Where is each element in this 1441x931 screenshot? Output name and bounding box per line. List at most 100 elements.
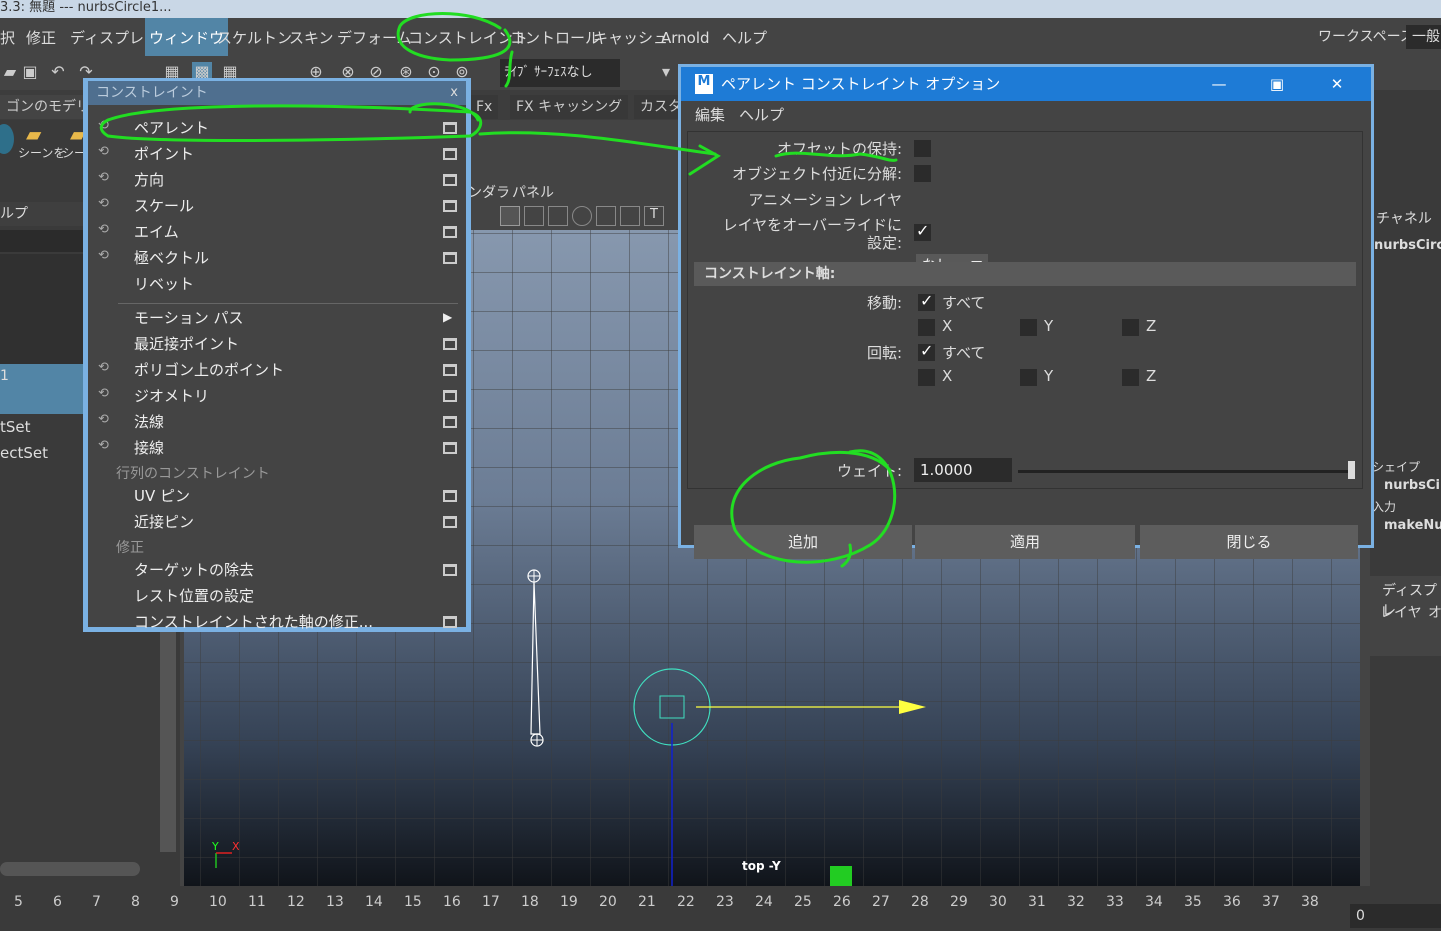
open-scene-icon[interactable]: ▰ (0, 62, 20, 82)
option-box-icon[interactable] (443, 564, 457, 576)
joint-chain[interactable] (527, 569, 544, 747)
menu-help[interactable]: ヘルプ (722, 18, 767, 56)
shading-icon[interactable] (572, 206, 592, 226)
menu-modify[interactable]: 修正 (26, 18, 56, 56)
menu-item-c2[interactable]: ⟲ 方向 (88, 167, 466, 193)
texture-icon[interactable] (620, 206, 640, 226)
weight-field[interactable]: 1.0000 (914, 458, 1012, 482)
maximize-icon[interactable]: ▣ (1257, 67, 1297, 101)
menu-item-d2[interactable]: ⟲ ポリゴン上のポイント (88, 357, 466, 383)
nurbs-circle[interactable] (633, 668, 711, 886)
menu-item-c5[interactable]: ⟲ 極ベクトル (88, 245, 466, 271)
decompose-checkbox[interactable] (914, 165, 931, 182)
minimize-icon[interactable]: — (1199, 67, 1239, 101)
add-button[interactable]: 追加 (694, 525, 912, 559)
sphere-shelf-icon[interactable] (0, 124, 14, 154)
option-box-icon[interactable] (443, 338, 457, 350)
option-box-icon[interactable] (443, 416, 457, 428)
input-item[interactable]: makeNu (1384, 518, 1441, 533)
close-button[interactable]: 閉じる (1140, 525, 1358, 559)
grid-toggle-icon[interactable] (500, 206, 520, 226)
translate-x-checkbox[interactable] (918, 319, 935, 336)
dialog-menu-edit[interactable]: 編集 (695, 104, 725, 125)
menu-select[interactable]: 択 (0, 18, 15, 56)
text-hud-icon[interactable]: T (644, 206, 664, 226)
outliner-hscrollbar[interactable] (0, 862, 140, 876)
menu-close-button[interactable]: x (450, 81, 458, 105)
shelf-tab-fx-caching[interactable]: FX キャッシング (510, 95, 629, 119)
option-box-icon[interactable] (443, 516, 457, 528)
constraint-axes-header[interactable]: コンストレイント軸: (694, 262, 1356, 286)
apply-button[interactable]: 適用 (915, 525, 1135, 559)
time-slider[interactable]: 5 6 7 8 9 10 11 12 13 14 15 16 17 18 19 20 21 22 23 24 25 26 2… (0, 886, 1441, 931)
save-scene-icon[interactable]: ▣ (20, 62, 40, 82)
viewport-menu-panels[interactable]: パネル (512, 182, 554, 202)
dropdown-arrow-icon[interactable]: ▾ (656, 62, 676, 82)
menu-item-f2[interactable]: コンストレイントされた軸の修正... (88, 609, 466, 635)
translate-y-checkbox[interactable] (1020, 319, 1037, 336)
rotate-z-checkbox[interactable] (1122, 369, 1139, 386)
menu-item-d5[interactable]: ⟲ 接線 (88, 435, 466, 461)
translate-z-checkbox[interactable] (1122, 319, 1139, 336)
option-box-icon[interactable] (443, 616, 457, 628)
menu-item-c4[interactable]: ⟲ エイム (88, 219, 466, 245)
maintain-offset-checkbox[interactable] (914, 140, 931, 157)
option-box-icon[interactable] (443, 200, 457, 212)
undo-icon[interactable]: ↶ (48, 62, 68, 82)
rotate-y-checkbox[interactable] (1020, 369, 1037, 386)
menu-item-c3[interactable]: ⟲ スケール (88, 193, 466, 219)
shelf-tab-fx[interactable]: Fx (470, 95, 499, 119)
move-manipulator-x[interactable] (696, 700, 926, 714)
menu-item-e1[interactable]: 近接ピン (88, 509, 466, 535)
viewport-menu-renderer[interactable]: ンダラ (468, 182, 510, 202)
channel-menu[interactable]: チャネル (1376, 208, 1432, 228)
option-box-icon[interactable] (443, 226, 457, 238)
resolution-gate-icon[interactable] (548, 206, 568, 226)
film-gate-icon[interactable] (524, 206, 544, 226)
folder-open-icon[interactable]: ▰ (26, 122, 41, 146)
menu-windows[interactable]: ウィンドウ (145, 18, 229, 56)
menu-item-c0[interactable]: ⟲ ペアレント (88, 115, 466, 141)
current-frame-field[interactable]: 0 (1350, 904, 1441, 928)
option-box-icon[interactable] (443, 122, 457, 134)
option-box-icon[interactable] (443, 252, 457, 264)
override-checkbox[interactable] (914, 221, 931, 241)
layer-options-menu[interactable]: オ (1428, 602, 1441, 622)
dialog-menu-help[interactable]: ヘルプ (739, 104, 784, 125)
menu-arnold[interactable]: Arnold (661, 18, 710, 56)
menu-skeleton[interactable]: スケルトン (217, 18, 292, 56)
layer-menu[interactable]: レイヤ (1380, 602, 1422, 622)
live-surface-field[interactable]: ﾗｲﾌﾞ ｻｰﾌｪｽなし (500, 59, 620, 87)
option-box-icon[interactable] (443, 364, 457, 376)
menu-item-c1[interactable]: ⟲ ポイント (88, 141, 466, 167)
menu-item-c6[interactable]: リベット (88, 271, 466, 297)
rotate-all-checkbox[interactable] (918, 341, 935, 361)
close-icon[interactable]: ✕ (1317, 67, 1357, 101)
menu-cache[interactable]: キャッシュ (593, 18, 668, 56)
option-box-icon[interactable] (443, 490, 457, 502)
menu-item-d4[interactable]: ⟲ 法線 (88, 409, 466, 435)
outliner-item-objectset[interactable]: ectSet (0, 444, 48, 462)
option-box-icon[interactable] (443, 390, 457, 402)
wireframe-icon[interactable] (596, 206, 616, 226)
outliner-item-set[interactable]: tSet (0, 418, 31, 436)
workspace-select[interactable]: 一般 (1406, 25, 1441, 49)
dialog-title-bar[interactable]: M ペアレント コンストレイント オプション — ▣ ✕ (681, 67, 1371, 101)
option-box-icon[interactable] (443, 174, 457, 186)
menu-item-e0[interactable]: UV ピン (88, 483, 466, 509)
shape-item[interactable]: nurbsCir (1384, 478, 1441, 493)
menu-item-d0[interactable]: モーション パス ▶ (88, 305, 466, 331)
menu-item-f1[interactable]: レスト位置の設定 (88, 583, 466, 609)
menu-item-d3[interactable]: ⟲ ジオメトリ (88, 383, 466, 409)
option-box-icon[interactable] (443, 442, 457, 454)
weight-slider-handle[interactable] (1348, 461, 1355, 479)
option-box-icon[interactable] (443, 148, 457, 160)
translate-all-checkbox[interactable] (918, 291, 935, 311)
rotate-x-checkbox[interactable] (918, 369, 935, 386)
menu-deform[interactable]: デフォーム (337, 18, 412, 56)
weight-slider[interactable] (1018, 470, 1354, 473)
menu-skin[interactable]: スキン (289, 18, 334, 56)
menu-item-d1[interactable]: 最近接ポイント (88, 331, 466, 357)
menu-control[interactable]: コントロール (510, 18, 600, 56)
constraint-menu-header[interactable]: コンストレイント x (88, 81, 466, 105)
